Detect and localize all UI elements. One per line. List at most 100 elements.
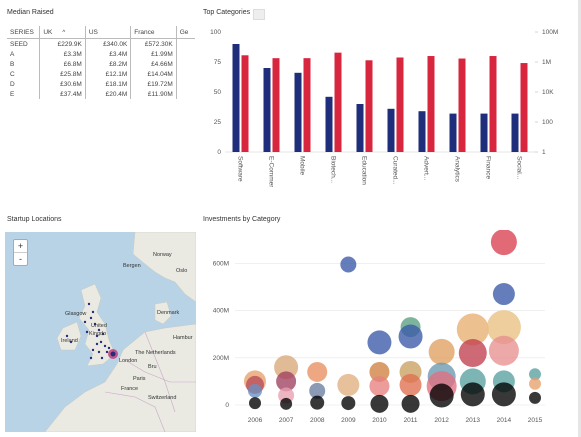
bar-series-1[interactable] (418, 111, 426, 152)
france-cell: £11.90M (130, 89, 177, 99)
uk-cell: £229.9K (39, 38, 86, 49)
startup-locations-map[interactable]: + - Norway Oslo Bergen Glasgow Denmark U… (5, 232, 196, 432)
bar-series-1[interactable] (480, 113, 488, 152)
series-cell: E (7, 89, 41, 99)
bar-series-2[interactable] (489, 56, 497, 152)
bar-series-1[interactable] (449, 113, 457, 152)
column-header-series[interactable]: SERIES (7, 26, 41, 39)
map-label-london: London (119, 358, 138, 364)
chevron-up-icon[interactable]: ^ (62, 30, 65, 36)
x-tick-label: 2010 (372, 417, 387, 424)
y-right-tick-label: 100 (542, 119, 553, 126)
bar-series-2[interactable] (272, 58, 280, 152)
legend-toggle[interactable] (253, 9, 265, 20)
y-left-tick-label: 25 (214, 119, 222, 126)
bar-series-1[interactable] (356, 104, 364, 152)
zoom-controls: + - (13, 239, 28, 266)
france-cell: £4.66M (130, 59, 177, 69)
map-label-france: France (121, 386, 139, 392)
map-label-netherlands: The Netherlands (135, 350, 176, 356)
y-left-tick-label: 100 (210, 29, 221, 36)
bubble[interactable] (307, 361, 328, 382)
bubble[interactable] (370, 394, 389, 413)
column-header-germany[interactable]: Ge (176, 26, 195, 39)
map-label-brussels: Bru (148, 364, 157, 370)
bubble[interactable] (428, 338, 455, 365)
bar-series-2[interactable] (303, 58, 311, 152)
france-cell: £19.72M (130, 79, 177, 89)
us-cell: £340.0K (85, 38, 132, 49)
bar-series-2[interactable] (458, 58, 466, 152)
bar-series-2[interactable] (520, 63, 528, 152)
bubble[interactable] (458, 339, 487, 368)
x-tick-label: 2012 (434, 417, 449, 424)
zoom-out-button[interactable]: - (14, 252, 27, 265)
column-header-us[interactable]: US (85, 26, 132, 39)
germany-cell (176, 89, 195, 99)
map-label-glasgow: Glasgow (65, 311, 87, 317)
bubble[interactable] (529, 391, 541, 404)
bubble[interactable] (529, 377, 541, 390)
bubble[interactable] (340, 256, 357, 273)
bubble[interactable] (490, 230, 517, 256)
map-label-paris: Paris (133, 376, 146, 382)
x-tick-label: E-Commerce (268, 156, 275, 187)
bubble[interactable] (248, 383, 262, 398)
x-tick-label: Finance (485, 156, 492, 180)
bubble[interactable] (369, 376, 390, 397)
bubble[interactable] (491, 382, 516, 407)
uk-cell: £6.8M (39, 59, 86, 69)
median-table-body: SEED £229.9K £340.0K £572.30K A £3.3M £3.4M £1.… (7, 38, 195, 99)
bar-series-2[interactable] (396, 57, 404, 152)
series-cell: C (7, 69, 41, 79)
germany-cell (176, 69, 195, 79)
bar-series-2[interactable] (365, 60, 373, 153)
bar-series-1[interactable] (387, 108, 395, 152)
bubble[interactable] (341, 396, 356, 411)
germany-cell (176, 49, 195, 59)
bubble[interactable] (460, 382, 485, 407)
uk-cell: £37.4M (39, 89, 86, 99)
us-cell: £3.4M (85, 49, 132, 59)
bubble[interactable] (488, 335, 519, 366)
bar-series-1[interactable] (294, 72, 302, 152)
table-row: C £25.8M £12.1M £14.04M (7, 69, 195, 79)
bubble[interactable] (429, 383, 454, 408)
bubble[interactable] (492, 283, 515, 306)
zoom-in-button[interactable]: + (14, 240, 27, 252)
y-tick-label: 200M (213, 355, 229, 362)
bubble[interactable] (399, 373, 422, 396)
bar-series-2[interactable] (334, 52, 342, 152)
uk-cell: £3.3M (39, 49, 86, 59)
bubble[interactable] (398, 324, 423, 349)
bar-series-2[interactable] (241, 55, 249, 152)
map-label-denmark: Denmark (157, 310, 180, 316)
bar-series-2[interactable] (427, 56, 435, 152)
bubble[interactable] (280, 397, 293, 410)
us-cell: £8.2M (85, 59, 132, 69)
table-row: E £37.4M £20.4M £11.90M (7, 89, 195, 99)
bar-series-1[interactable] (325, 96, 333, 152)
y-right-tick-label: 10K (542, 89, 554, 96)
bar-series-1[interactable] (511, 113, 519, 152)
bubble[interactable] (401, 394, 420, 413)
us-cell: £20.4M (85, 89, 132, 99)
bubble[interactable] (249, 397, 261, 410)
bar-series-1[interactable] (232, 44, 240, 152)
france-cell: £572.30K (130, 38, 177, 49)
column-header-uk[interactable]: UK ^ (39, 26, 86, 39)
bar-series-1[interactable] (263, 68, 271, 152)
series-cell: B (7, 59, 41, 69)
table-row: SEED £229.9K £340.0K £572.30K (7, 38, 195, 50)
x-tick-label: 2006 (248, 417, 263, 424)
bubble[interactable] (310, 395, 325, 410)
x-tick-label: Analytics (454, 156, 461, 183)
bubble[interactable] (367, 330, 392, 355)
bubble[interactable] (337, 373, 360, 396)
table-row: B £6.8M £8.2M £4.66M (7, 59, 195, 69)
germany-cell (176, 39, 195, 50)
series-cell: D (7, 79, 41, 89)
column-header-france[interactable]: France (130, 26, 177, 39)
map-label-kingdom: Kingdo (89, 331, 107, 337)
france-cell: £14.04M (130, 69, 177, 79)
